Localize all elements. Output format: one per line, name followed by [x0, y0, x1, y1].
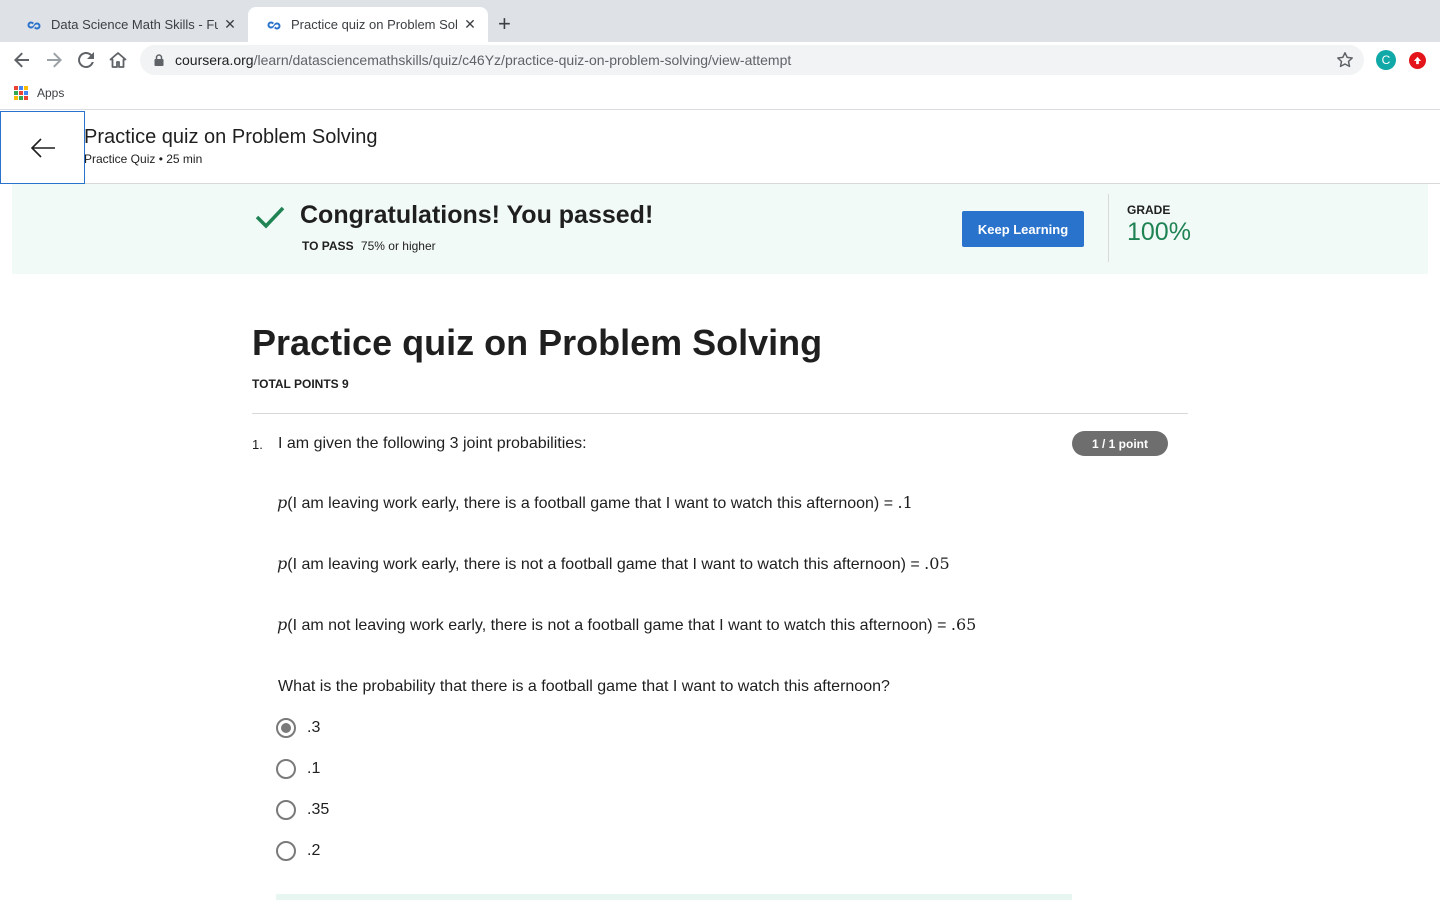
question-number: 1.	[252, 437, 263, 452]
close-tab-icon[interactable]: ✕	[462, 16, 478, 33]
header-title: Practice quiz on Problem Solving	[84, 126, 378, 148]
question-intro: I am given the following 3 joint probabi…	[278, 435, 587, 452]
probability-text: (I am not leaving work early, there is n…	[287, 617, 951, 634]
grade-value: 100%	[1127, 218, 1191, 246]
new-tab-icon[interactable]: +	[498, 13, 511, 35]
feedback-box	[276, 894, 1072, 900]
coursera-favicon-icon	[27, 21, 41, 29]
option-label: .1	[307, 760, 321, 777]
url-path: /learn/datasciencemathskills/quiz/c46Yz/…	[253, 52, 792, 68]
header-subtitle: Practice Quiz • 25 min	[84, 152, 203, 166]
probability-line: p(I am leaving work early, there is a fo…	[277, 493, 913, 513]
profile-avatar[interactable]: C	[1376, 50, 1396, 70]
points-badge: 1 / 1 point	[1072, 431, 1168, 456]
answer-option[interactable]: .35	[276, 799, 329, 821]
divider	[1108, 194, 1109, 262]
checkmark-icon	[255, 206, 285, 229]
probability-text: (I am leaving work early, there is not a…	[287, 556, 925, 573]
probability-text: (I am leaving work early, there is a foo…	[287, 495, 898, 512]
radio-dot	[281, 723, 291, 733]
answer-option[interactable]: .3	[276, 717, 320, 739]
to-pass-label: TO PASS	[302, 239, 354, 253]
question-prompt: What is the probability that there is a …	[278, 678, 890, 695]
total-points: TOTAL POINTS 9	[252, 377, 349, 391]
tab-title: Data Science Math Skills - Fund	[51, 17, 218, 32]
back-button[interactable]	[0, 111, 85, 184]
home-icon[interactable]	[106, 48, 130, 72]
probability-value: .05	[924, 554, 950, 573]
pass-banner: Congratulations! You passed! TO PASS 75%…	[12, 184, 1428, 274]
reload-icon[interactable]	[74, 48, 98, 72]
lock-icon	[154, 54, 164, 66]
bookmark-star-icon[interactable]	[1336, 51, 1354, 69]
answer-option[interactable]: .1	[276, 758, 320, 780]
probability-line: p(I am not leaving work early, there is …	[277, 615, 976, 635]
pass-requirement: TO PASS 75% or higher	[302, 239, 436, 253]
option-label: .3	[307, 719, 321, 736]
apps-label: Apps	[37, 86, 65, 100]
url-text: coursera.org/learn/datasciencemathskills…	[175, 52, 791, 68]
coursera-favicon-icon	[267, 21, 281, 29]
pass-message: Congratulations! You passed!	[300, 201, 654, 229]
page-header: Practice quiz on Problem Solving Practic…	[0, 110, 1440, 184]
probability-value: .1	[897, 493, 913, 512]
extension-icon[interactable]	[1409, 52, 1426, 69]
quiz-title: Practice quiz on Problem Solving	[252, 322, 823, 363]
radio-button[interactable]	[276, 759, 296, 779]
option-label: .2	[307, 842, 321, 859]
radio-button[interactable]	[276, 800, 296, 820]
probability-symbol: p	[277, 493, 288, 512]
back-arrow-icon[interactable]	[10, 48, 34, 72]
probability-line: p(I am leaving work early, there is not …	[277, 554, 950, 574]
probability-value: .65	[950, 615, 977, 634]
forward-arrow-icon[interactable]	[42, 48, 66, 72]
bookmarks-bar: Apps	[0, 78, 1440, 110]
url-domain: coursera.org	[175, 52, 254, 68]
probability-symbol: p	[277, 615, 288, 634]
grade-label: GRADE	[1127, 203, 1171, 217]
close-tab-icon[interactable]: ✕	[222, 16, 238, 33]
browser-tab[interactable]: Data Science Math Skills - Fund ✕	[8, 7, 248, 42]
apps-grid-icon	[14, 86, 28, 100]
apps-shortcut[interactable]: Apps	[14, 86, 64, 100]
back-arrow-icon	[30, 137, 55, 158]
answer-option[interactable]: .2	[276, 840, 320, 862]
option-label: .35	[307, 801, 330, 818]
tab-title: Practice quiz on Problem Solving	[291, 17, 458, 32]
address-bar[interactable]: coursera.org/learn/datasciencemathskills…	[140, 45, 1364, 75]
probability-symbol: p	[277, 554, 288, 573]
radio-button-selected[interactable]	[276, 718, 296, 738]
keep-learning-button[interactable]: Keep Learning	[962, 211, 1084, 247]
to-pass-value: 75% or higher	[360, 239, 436, 253]
browser-tab-bar: Data Science Math Skills - Fund ✕ Practi…	[0, 0, 1440, 42]
divider	[252, 413, 1188, 414]
radio-button[interactable]	[276, 841, 296, 861]
browser-tab-active[interactable]: Practice quiz on Problem Solving ✕	[248, 7, 488, 42]
browser-toolbar: coursera.org/learn/datasciencemathskills…	[0, 42, 1440, 78]
